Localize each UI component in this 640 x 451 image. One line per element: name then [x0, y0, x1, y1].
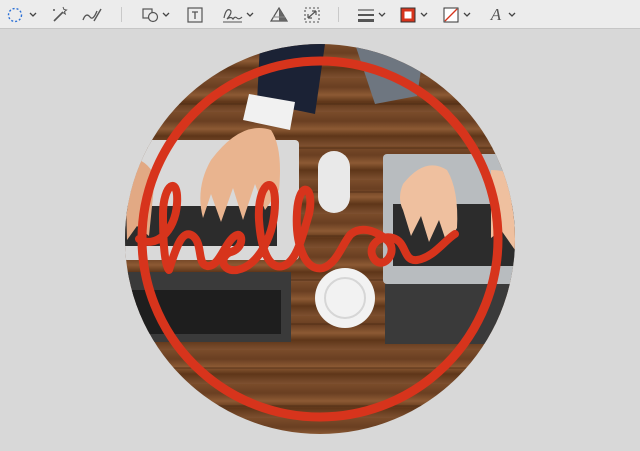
shape-style-button[interactable]	[355, 3, 389, 26]
text-box-button[interactable]	[184, 3, 206, 26]
toolbar-separator	[338, 7, 339, 22]
fill-color-button[interactable]	[441, 3, 475, 26]
text-icon	[187, 6, 203, 23]
selection-tool-button[interactable]	[6, 3, 40, 26]
toolbar-separator	[121, 7, 122, 22]
chevron-down-icon	[508, 12, 516, 17]
right-laptop-screen	[385, 284, 515, 344]
sketch-button[interactable]	[80, 3, 104, 26]
photo-image	[125, 44, 515, 434]
adjust-color-icon	[269, 6, 289, 22]
mouse	[318, 151, 350, 213]
sign-button[interactable]	[220, 3, 256, 26]
text-style-button[interactable]: A	[486, 3, 520, 26]
selection-tool-icon	[7, 7, 37, 22]
shape-style-icon	[358, 8, 386, 22]
adjust-size-button[interactable]	[301, 3, 323, 26]
adjust-size-icon	[304, 6, 320, 23]
shapes-icon	[142, 7, 170, 22]
shapes-button[interactable]	[140, 3, 172, 26]
fill-color-icon	[443, 7, 471, 22]
document-canvas	[0, 29, 640, 451]
instant-alpha-button[interactable]	[48, 3, 70, 26]
sketch-icon	[82, 8, 102, 21]
instant-alpha-icon	[53, 6, 68, 22]
sign-icon	[223, 8, 254, 22]
text-style-icon: A	[490, 4, 502, 24]
markup-toolbar: A	[0, 0, 640, 29]
adjust-color-button[interactable]	[268, 3, 290, 26]
photo-illustration	[125, 44, 515, 422]
border-color-icon	[400, 7, 428, 22]
border-color-button[interactable]	[398, 3, 432, 26]
